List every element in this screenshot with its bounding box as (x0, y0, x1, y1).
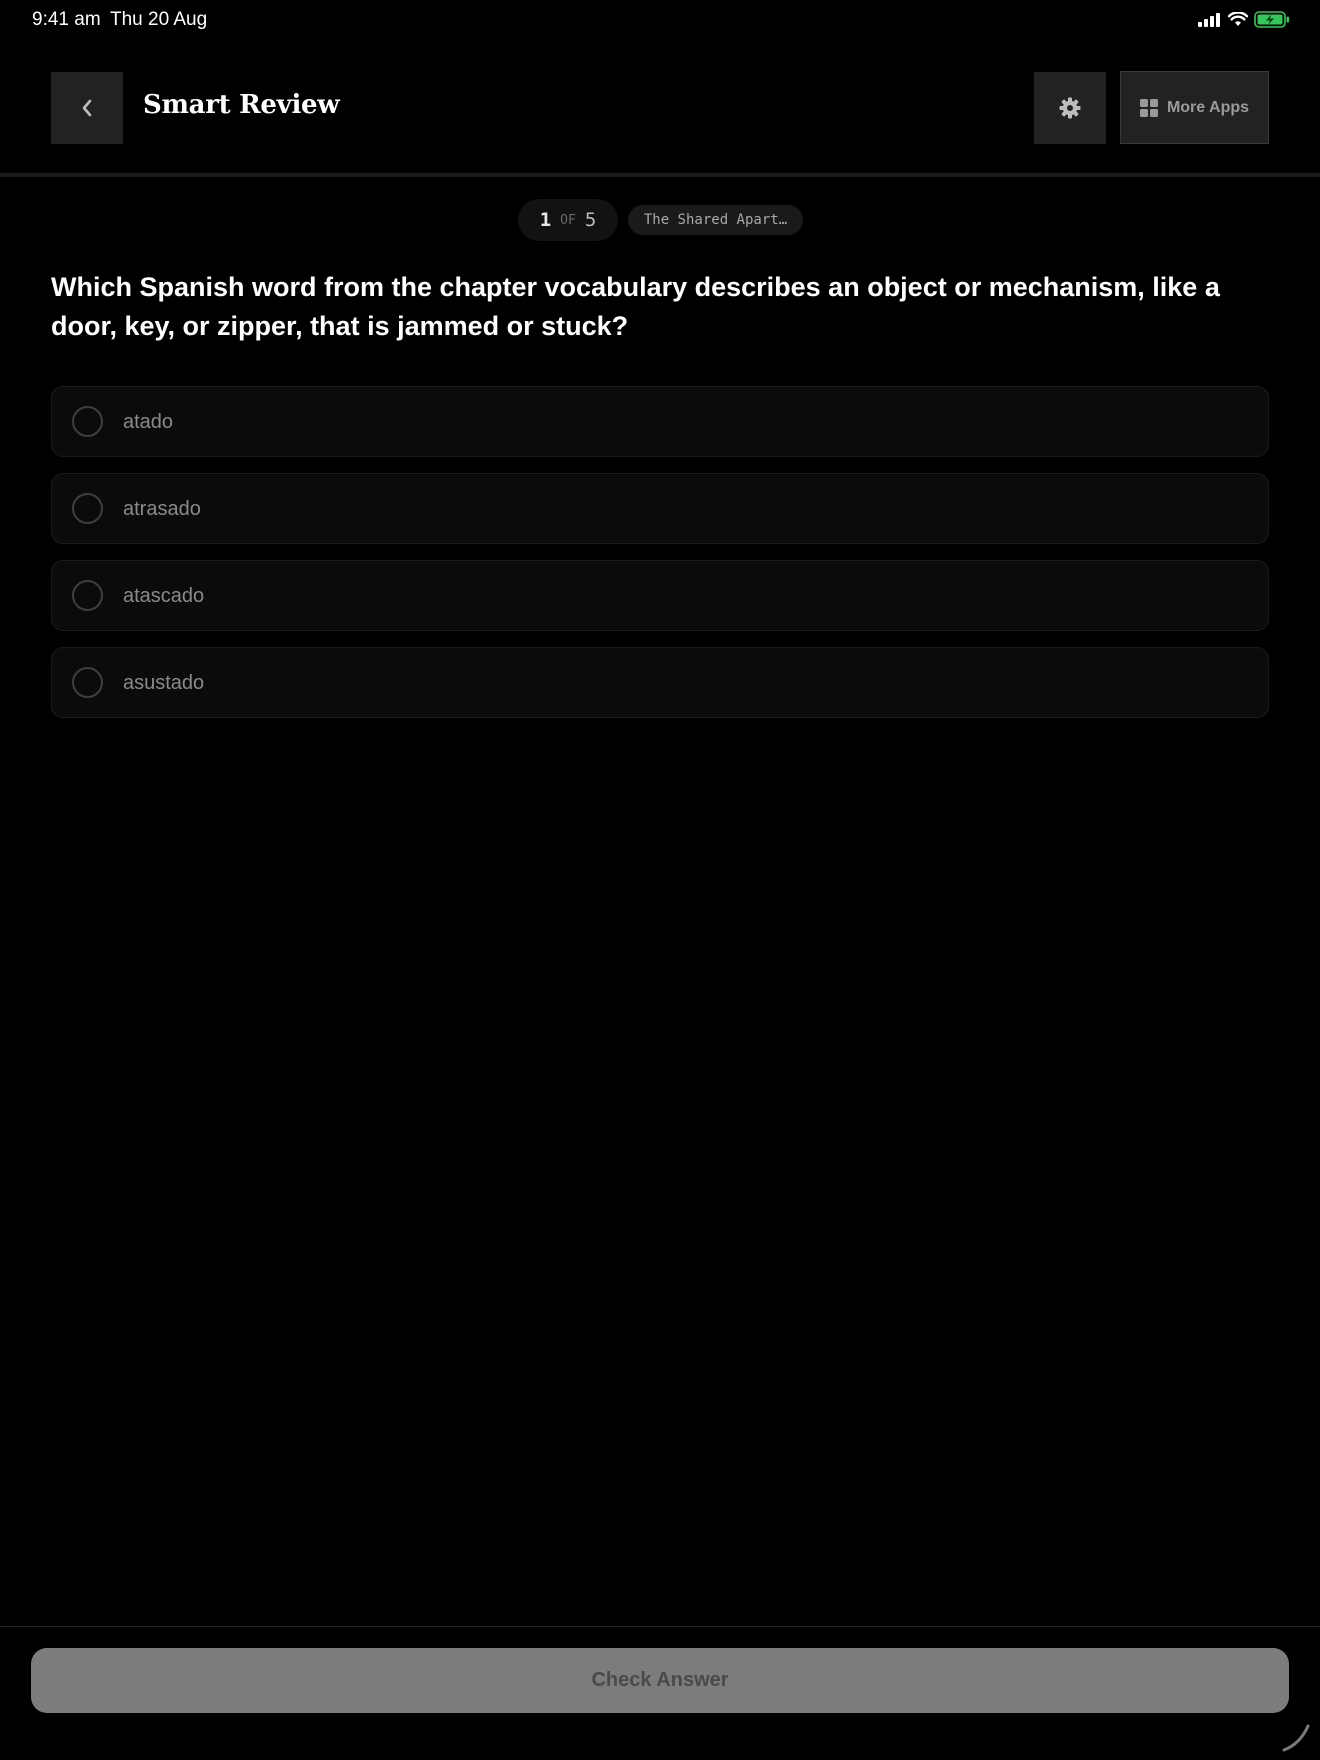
option-label: atado (123, 411, 174, 433)
answer-options: atado atrasado atascado asustado (51, 386, 1269, 734)
progress-of: OF (560, 212, 576, 228)
back-button[interactable] (51, 72, 123, 144)
grid-icon (1139, 98, 1158, 117)
question-text: Which Spanish word from the chapter voca… (51, 272, 1220, 341)
battery-charging-icon (1254, 11, 1289, 28)
option-label: atascado (123, 585, 205, 607)
settings-button[interactable] (1034, 72, 1106, 144)
wifi-icon (1228, 12, 1248, 26)
progress-current: 1 (539, 209, 552, 231)
header: Smart Review More Apps (0, 70, 1320, 144)
answer-option-atado[interactable]: atado (51, 386, 1269, 457)
radio-button[interactable] (72, 667, 103, 698)
check-answer-button[interactable]: Check Answer (31, 1648, 1289, 1713)
header-divider (0, 173, 1320, 177)
radio-button[interactable] (72, 406, 103, 437)
smart-review-screen: 9:41 am Thu 20 Aug Smart Review More App… (0, 0, 1320, 1760)
gear-icon (1059, 97, 1081, 119)
question-progress: 1 OF 5 (518, 199, 618, 241)
status-time: 9:41 am (32, 9, 101, 30)
option-label: atrasado (123, 498, 201, 520)
page-title: Smart Review (143, 90, 340, 120)
cellular-signal-icon (1198, 12, 1220, 27)
answer-option-asustado[interactable]: asustado (51, 647, 1269, 718)
radio-button[interactable] (72, 580, 103, 611)
answer-option-atascado[interactable]: atascado (51, 560, 1269, 631)
more-apps-button[interactable]: More Apps (1120, 71, 1269, 144)
answer-option-atrasado[interactable]: atrasado (51, 473, 1269, 544)
more-apps-label: More Apps (1166, 98, 1250, 116)
status-bar: 9:41 am Thu 20 Aug (0, 0, 1320, 42)
progress-total: 5 (584, 209, 597, 231)
footer-divider (0, 1626, 1320, 1627)
status-icons (1198, 11, 1290, 28)
chevron-left-icon (82, 99, 92, 117)
status-date: Thu 20 Aug (110, 9, 208, 30)
chapter-badge: The Shared Apart… (628, 205, 803, 235)
resize-handle-icon (1282, 1724, 1310, 1752)
option-label: asustado (123, 672, 205, 694)
radio-button[interactable] (72, 493, 103, 524)
